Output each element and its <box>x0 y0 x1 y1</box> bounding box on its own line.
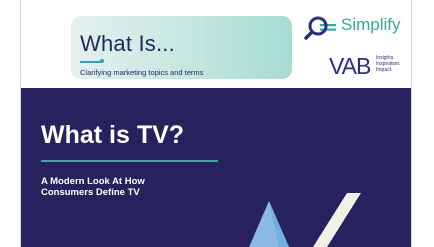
hero-title: What is TV? <box>41 121 185 149</box>
hero-subtitle-line: A Modern Look At How <box>41 176 145 187</box>
simplify-logo: Simplify <box>304 14 422 42</box>
vab-wordmark: VAB <box>329 53 371 79</box>
simplify-label: Simplify <box>341 15 401 34</box>
hero-underline <box>41 160 218 162</box>
hero-banner: What is TV? A Modern Look At How Consume… <box>21 88 411 247</box>
what-is-title: What Is... <box>80 31 175 56</box>
page: What Is... Clarifying marketing topics a… <box>0 0 434 247</box>
hero-subtitle-line: Consumers Define TV <box>41 187 140 198</box>
vab-logo: VAB Insights. Inspiration. Impact. <box>329 53 424 83</box>
hero-subtitle: A Modern Look At How Consumers Define TV <box>41 176 241 198</box>
underline-dot <box>100 59 104 63</box>
magnifier-icon <box>304 16 336 40</box>
what-is-subtitle: Clarifying marketing topics and terms <box>80 68 204 77</box>
vab-tagline: Insights. Inspiration. Impact. <box>376 55 400 73</box>
what-is-card: What Is... Clarifying marketing topics a… <box>71 16 292 79</box>
decorative-shapes <box>249 193 361 247</box>
title-underline <box>80 61 102 63</box>
vab-tagline-line: Impact. <box>376 67 393 73</box>
